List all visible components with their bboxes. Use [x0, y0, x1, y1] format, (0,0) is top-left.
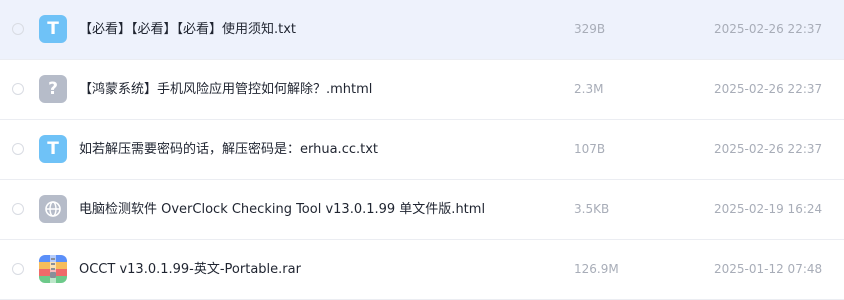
row-checkbox[interactable]	[12, 263, 24, 275]
unknown-file-icon: ?	[39, 75, 67, 103]
row-checkbox[interactable]	[12, 143, 24, 155]
file-name[interactable]: 电脑检测软件 OverClock Checking Tool v13.0.1.9…	[79, 180, 485, 239]
row-checkbox[interactable]	[12, 203, 24, 215]
archive-file-icon	[39, 255, 67, 283]
file-name[interactable]: OCCT v13.0.1.99-英文-Portable.rar	[79, 240, 301, 299]
txt-file-icon: T	[39, 15, 67, 43]
file-date: 2025-02-26 22:37	[714, 142, 823, 156]
file-row[interactable]: 电脑检测软件 OverClock Checking Tool v13.0.1.9…	[0, 180, 844, 240]
file-date: 2025-02-26 22:37	[714, 22, 823, 36]
row-checkbox[interactable]	[12, 23, 24, 35]
file-date: 2025-02-19 16:24	[714, 202, 823, 216]
file-date: 2025-01-12 07:48	[714, 262, 823, 276]
file-row[interactable]: OCCT v13.0.1.99-英文-Portable.rar 126.9M 2…	[0, 240, 844, 300]
file-row[interactable]: T 如若解压需要密码的话，解压密码是：erhua.cc.txt 107B 202…	[0, 120, 844, 180]
file-name[interactable]: 【鸿蒙系统】手机风险应用管控如何解除？.mhtml	[79, 60, 372, 119]
file-list: T 【必看】【必看】【必看】使用须知.txt 329B 2025-02-26 2…	[0, 0, 844, 300]
file-name[interactable]: 【必看】【必看】【必看】使用须知.txt	[79, 0, 296, 59]
file-size: 3.5KB	[574, 202, 610, 216]
file-size: 329B	[574, 22, 606, 36]
file-row[interactable]: T 【必看】【必看】【必看】使用须知.txt 329B 2025-02-26 2…	[0, 0, 844, 60]
file-row[interactable]: ? 【鸿蒙系统】手机风险应用管控如何解除？.mhtml 2.3M 2025-02…	[0, 60, 844, 120]
web-file-icon	[39, 195, 67, 223]
row-checkbox[interactable]	[12, 83, 24, 95]
file-name[interactable]: 如若解压需要密码的话，解压密码是：erhua.cc.txt	[79, 120, 378, 179]
file-size: 107B	[574, 142, 606, 156]
txt-file-icon: T	[39, 135, 67, 163]
file-date: 2025-02-26 22:37	[714, 82, 823, 96]
file-size: 2.3M	[574, 82, 604, 96]
file-size: 126.9M	[574, 262, 619, 276]
